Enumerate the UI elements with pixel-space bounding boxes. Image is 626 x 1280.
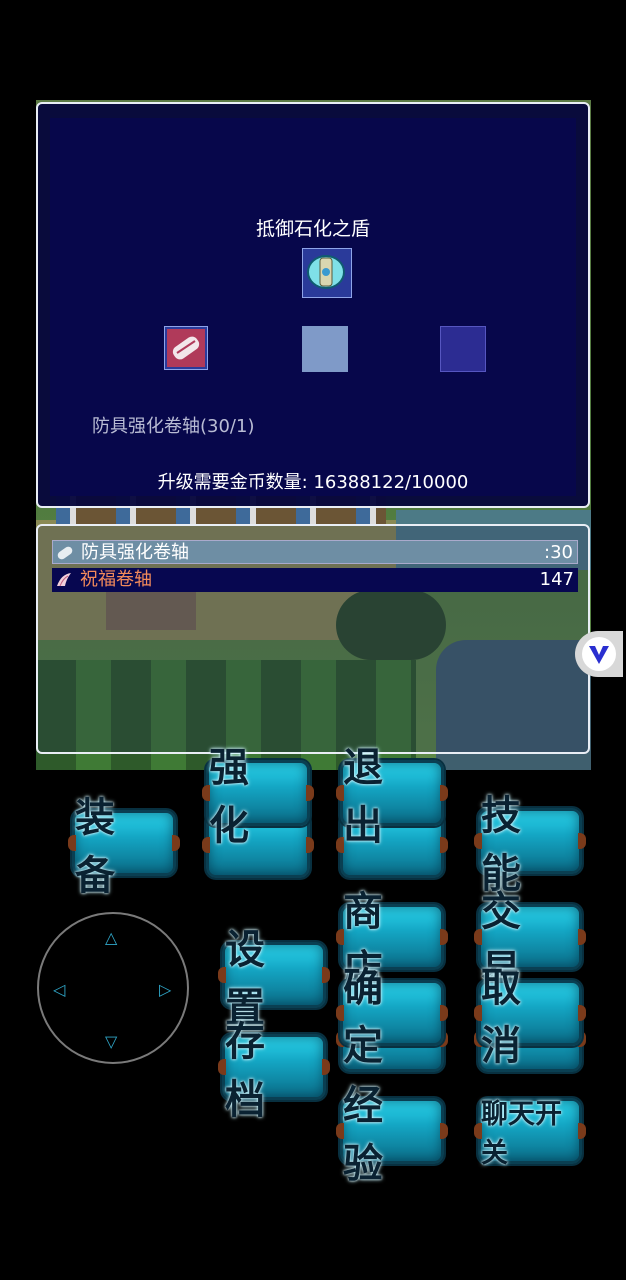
item-name: 祝福卷轴: [80, 569, 152, 590]
wing-icon: [57, 573, 71, 587]
scroll-icon: [167, 329, 205, 367]
enhance-button[interactable]: 强化: [202, 744, 314, 849]
inventory-window: 防具强化卷轴 :30 祝福卷轴 147: [36, 524, 590, 754]
shield-icon: [307, 255, 345, 289]
material-slot-3[interactable]: [440, 326, 486, 372]
arrow-down-icon[interactable]: ▽: [105, 1034, 117, 1050]
directional-pad[interactable]: △ ▽ ◁ ▷: [37, 912, 189, 1064]
enhance-window: 抵御石化之盾 防具强化卷轴(30/1) 升级需要金币数量: 16388122/1…: [36, 102, 590, 508]
arrow-left-icon[interactable]: ◁: [53, 982, 65, 998]
save-button[interactable]: 存档: [218, 1018, 330, 1123]
gold-requirement: 升级需要金币数量: 16388122/10000: [157, 472, 469, 493]
material-slot-1[interactable]: [164, 326, 208, 370]
skills-button[interactable]: 技能: [474, 792, 586, 897]
list-item[interactable]: 祝福卷轴 147: [52, 568, 578, 592]
item-count: 147: [539, 569, 574, 590]
v-logo-icon: [582, 637, 616, 671]
material-slot-2[interactable]: [302, 326, 348, 372]
item-name: 抵御石化之盾: [255, 218, 370, 240]
material-requirement: 防具强化卷轴(30/1): [92, 416, 255, 437]
exit-button[interactable]: 退出: [336, 744, 448, 849]
item-count: :30: [544, 542, 573, 563]
list-item[interactable]: 防具强化卷轴 :30: [52, 540, 578, 564]
equip-button[interactable]: 装备: [68, 794, 180, 899]
arrow-right-icon[interactable]: ▷: [159, 982, 171, 998]
settings-button[interactable]: 设置: [218, 926, 330, 1031]
cancel-button[interactable]: 取消: [474, 964, 586, 1069]
floating-assistant-button[interactable]: [575, 631, 623, 677]
arrow-up-icon[interactable]: △: [105, 930, 117, 946]
item-name: 防具强化卷轴: [81, 542, 189, 563]
confirm-button[interactable]: 确定: [336, 964, 448, 1069]
experience-button[interactable]: 经验: [336, 1082, 448, 1187]
target-item-slot[interactable]: [302, 248, 352, 298]
enhance-window-inner: 抵御石化之盾 防具强化卷轴(30/1) 升级需要金币数量: 16388122/1…: [50, 118, 576, 496]
scroll-icon: [57, 546, 73, 560]
chat-toggle-button[interactable]: 聊天开关: [474, 1098, 586, 1169]
